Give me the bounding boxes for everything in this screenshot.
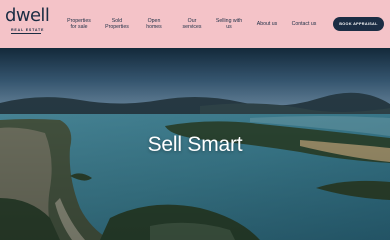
nav-label-line1: Open [147,17,161,24]
nav-item-sold-properties[interactable]: Sold Properties [102,0,132,48]
brand-tagline: REAL ESTATE [11,28,45,32]
brand-logo[interactable]: dwell REAL ESTATE [5,6,57,34]
nav-label-line1: Selling with [215,17,243,24]
brand-name: dwell [5,5,50,26]
nav-item-contact-us[interactable]: Contact us [288,0,320,48]
nav-label-line2: us [226,24,232,30]
nav-label: About us [256,20,278,27]
logo-underline [11,33,41,34]
book-appraisal-button[interactable]: BOOK APPRAISAL [333,17,384,31]
nav-item-our-services[interactable]: Our services [177,0,207,48]
nav-item-about-us[interactable]: About us [252,0,282,48]
nav-item-selling-with-us[interactable]: Selling with us [213,0,245,48]
nav-label-line2: homes [146,24,162,30]
nav-label-line1: Our [187,17,197,24]
hero-title: Sell Smart [147,133,243,156]
nav-label-line2: for sale [70,24,88,30]
nav-label-line1: Sold [111,17,123,24]
nav-label: Contact us [291,20,317,27]
nav-label-line2: services [182,24,202,30]
site-header: dwell REAL ESTATE Properties for sale Sol… [0,0,390,48]
nav-label-line2: Properties [105,24,129,30]
nav-item-properties-for-sale[interactable]: Properties for sale [64,0,94,48]
nav-label-line1: Properties [67,17,91,24]
hero-banner: Sell Smart [0,48,390,240]
nav-item-open-homes[interactable]: Open homes [140,0,168,48]
